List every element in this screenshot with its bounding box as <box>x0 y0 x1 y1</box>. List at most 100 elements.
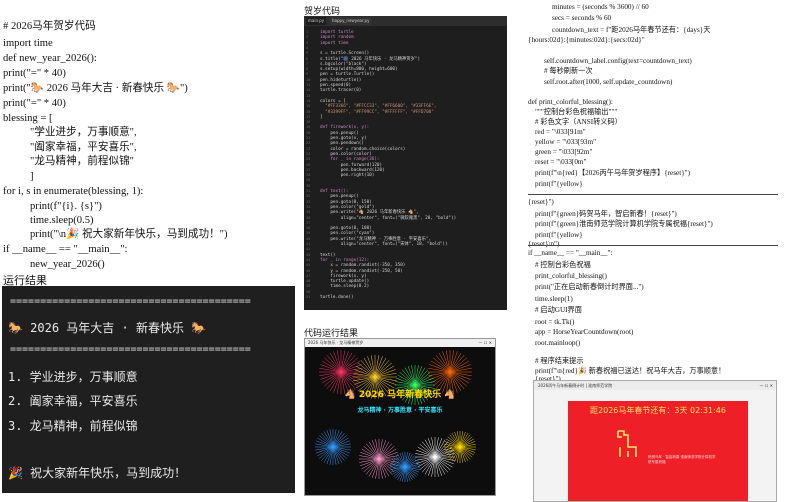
line-number: 18 <box>306 120 311 125</box>
right-code-line: countdown_text = f"距2026马年春节还有：{days}天 <box>552 26 711 34</box>
code-call: new_year_2026() <box>30 259 105 270</box>
editor-line: "#3399FF", "#FF99CC", "#FFFFFF", "#FFD70… <box>320 109 434 115</box>
right-code-line: reset = "\033[0m" <box>535 158 587 166</box>
firework-canvas <box>315 350 476 482</box>
line-number: 45 <box>306 263 311 268</box>
right-code-line: self.root.after(1000, self.update_countd… <box>544 78 673 86</box>
editor-line: s.title("🎆 2026 马年快乐 · 龙马精神贺岁") <box>320 56 421 62</box>
line-number: 3 <box>306 40 309 45</box>
line-number: 48 <box>306 279 311 284</box>
line-number: 30 <box>306 183 311 188</box>
editor-tab-bar: main.py happy_newyear.py <box>304 16 507 26</box>
editor-line: turtle.tracer(0) <box>320 88 362 94</box>
right-panel: minutes = (seconds % 3600) // 60 secs = s… <box>515 0 800 502</box>
code-if-main: if __name__ == "__main__": <box>3 244 128 255</box>
right-code-line: # 控制台彩色祝福 <box>535 261 591 269</box>
line-number: 41 <box>306 242 311 246</box>
code-print-sep: print("=" * 40) <box>3 98 66 109</box>
code-blessing-open: blessing = [ <box>3 113 53 124</box>
firework-window-title: 2026 马年快乐 · 龙马精神贺岁 <box>308 340 364 345</box>
right-code-line: if __name__ == "__main__": <box>528 249 613 257</box>
right-code-line: print(f"{green}淮南师范学院计算机学院专属祝福{reset}") <box>535 220 713 228</box>
code-for: for i, s in enumerate(blessing, 1): <box>3 186 144 197</box>
countdown-window: 2026丙午马年新春倒计时 | 淮南师范学院 — ☐ ✕ 距2026马年春节还有… <box>533 380 777 502</box>
line-number: 14 <box>306 98 311 103</box>
countdown-window-title: 2026丙午马年新春倒计时 | 淮南师范学院 <box>538 383 613 388</box>
editor-line: align="center", font=("微软雅黑", 28, "bold"… <box>320 215 457 221</box>
line-number: 10 <box>306 77 311 82</box>
line-number: 11 <box>306 83 311 87</box>
editor-line: align="center", font=("宋体", 18, "bold")) <box>320 242 448 247</box>
countdown-panel: 距2026马年春节还有：3天 02:31:46 码贺马年 · 智启新春 淮南师范… <box>568 401 748 501</box>
line-number: 42 <box>306 247 311 252</box>
line-number: 31 <box>306 189 311 193</box>
terminal-separator: ======================================== <box>10 344 251 355</box>
code-blessing-item: "阖家幸福，平安喜乐", <box>30 142 137 153</box>
right-code-line: yellow = "\033[93m" <box>535 138 597 146</box>
code-print-item: print(f"{i}. {s}") <box>30 201 102 212</box>
firework-window-titlebar: 2026 马年快乐 · 龙马精神贺岁 — ☐ ✕ <box>305 339 495 347</box>
code-blessing-close: ] <box>30 171 34 182</box>
code-print-final: print("\n🎉 祝大家新年快乐，马到成功！") <box>30 229 228 240</box>
line-number: 44 <box>306 257 311 262</box>
right-code-line: print("正在启动新春倒计时界面...") <box>535 283 644 291</box>
line-number: 13 <box>306 93 311 98</box>
right-code-line: secs = seconds % 60 <box>552 14 612 22</box>
left-panel: # 2026马年贺岁代码 import time def new_year_20… <box>0 0 296 500</box>
line-number: 49 <box>306 284 311 289</box>
line-number: 20 <box>306 130 311 135</box>
line-number: 17 <box>306 114 311 119</box>
code-blessing-item: "龙马精神，前程似锦" <box>30 156 134 167</box>
editor-line: "#FF3366", "#FFCC33", "#FF6600", "#33FF6… <box>320 104 437 110</box>
right-code-line: # 每秒刷新一次 <box>544 67 593 75</box>
tab-happy-newyear[interactable]: happy_newyear.py <box>330 17 372 25</box>
editor-line: pen.right(10) <box>320 173 375 179</box>
right-code-line: root = tk.Tk() <box>535 318 575 326</box>
line-number: 5 <box>306 51 309 56</box>
line-number: 24 <box>306 151 311 156</box>
right-code-line: """控制台彩色祝福输出""" <box>535 108 618 116</box>
line-number: 47 <box>306 273 311 278</box>
editor-line: y = random.randint(-250, 50) <box>320 268 403 274</box>
editor-line: color = random.choice(colors) <box>320 146 406 152</box>
line-number: 19 <box>306 125 311 130</box>
editor-line: turtle.done() <box>320 295 354 300</box>
terminal-item: 3. 龙马精神，前程似锦 <box>8 419 138 433</box>
right-code-line: # 彩色文字（ANSI转义码） <box>535 118 622 126</box>
window-controls[interactable]: — ☐ ✕ <box>760 381 773 390</box>
tab-main[interactable]: main.py <box>306 17 327 25</box>
right-code-line: {hours:02d}:{minutes:02d}:{secs:02d}" <box>528 36 645 44</box>
right-code-line: def print_colorful_blessing(): <box>528 98 613 106</box>
window-controls[interactable]: — ☐ ✕ <box>479 339 492 347</box>
right-code-line: print(f"{green}码贺马年，智启新春！{reset}") <box>535 210 677 218</box>
horse-pixel-icon <box>617 430 637 457</box>
line-number: 1 <box>306 30 309 34</box>
line-number: 8 <box>306 67 309 72</box>
right-code-line: print(f"\n{red}【2026丙午马年贺岁程序】{reset}") <box>535 169 691 177</box>
terminal-item: 2. 阖家幸福，平安喜乐 <box>8 394 138 408</box>
line-number: 23 <box>306 146 311 151</box>
line-number: 21 <box>306 136 311 140</box>
code-print-sep: print("=" * 40) <box>3 68 66 79</box>
line-number: 26 <box>306 162 311 167</box>
firework-burst <box>359 439 399 479</box>
line-number: 39 <box>306 231 311 236</box>
right-code-line: print(f"{yellow} <box>535 231 583 239</box>
right-code-line: app = HorseYearCountdown(root) <box>535 328 634 336</box>
editor-line: pen.color("cyan") <box>320 231 375 237</box>
line-number: 40 <box>306 236 311 241</box>
right-code-line: root.mainloop() <box>535 339 581 347</box>
editor-line: time.sleep(0.2) <box>320 284 370 290</box>
line-number: 46 <box>306 268 311 273</box>
terminal-output: ========================================… <box>2 286 295 493</box>
line-number: 12 <box>306 88 311 93</box>
terminal-separator: ======================================== <box>10 296 251 307</box>
firework-burst <box>315 429 351 465</box>
line-number: 43 <box>306 252 311 257</box>
line-number: 37 <box>306 220 311 225</box>
line-number: 38 <box>306 226 311 231</box>
countdown-subtext: 码贺马年 · 智启新春 淮南师范学院计算机学院专属祝福 <box>648 455 716 464</box>
right-code-line: time.sleep(1) <box>535 295 573 303</box>
code-blessing-item: "学业进步，万事顺意", <box>30 127 137 138</box>
line-number: 32 <box>306 194 311 199</box>
